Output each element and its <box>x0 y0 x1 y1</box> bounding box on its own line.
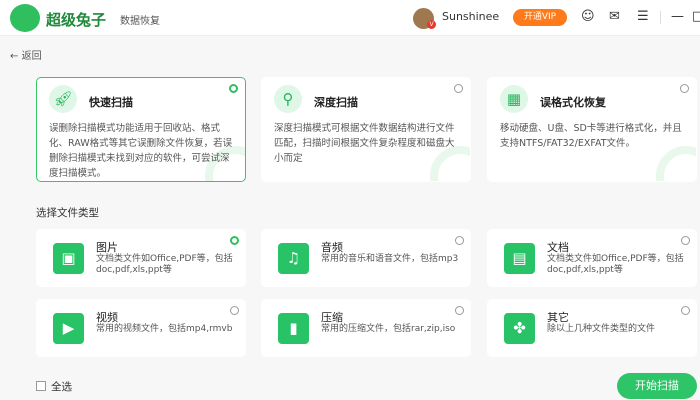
mode-title: 误格式化恢复 <box>540 96 606 109</box>
file-type-image[interactable]: ▣ 图片 文档类文件如Office,PDF等，包括doc,pdf,xls,ppt… <box>36 229 246 287</box>
rocket-icon: 🚀︎ <box>49 85 77 113</box>
minimize-icon[interactable]: — <box>671 9 684 24</box>
file-type-radio[interactable] <box>230 306 239 315</box>
product-name: 数据恢复 <box>120 16 160 27</box>
menu-icon[interactable]: ☰ <box>637 9 649 24</box>
divider <box>660 11 661 24</box>
image-icon: ▣ <box>53 243 84 274</box>
file-type-title: 其它 <box>547 311 569 324</box>
file-type-radio[interactable] <box>455 236 464 245</box>
file-type-desc: 常用的压缩文件，包括rar,zip,iso <box>321 324 456 334</box>
file-type-desc: 除以上几种文件类型的文件 <box>547 324 656 334</box>
brand-name: 超级兔子 <box>46 11 107 29</box>
mode-desc: 移动硬盘、U盘、SD卡等进行格式化，并且支持NTFS/FAT32/EXFAT文件… <box>500 123 682 149</box>
music-note-icon: ♫ <box>278 243 309 274</box>
file-type-radio[interactable] <box>681 236 690 245</box>
mode-title: 深度扫描 <box>314 96 358 109</box>
mode-radio[interactable] <box>454 84 463 93</box>
title-bar: 超级兔子 数据恢复 V Sunshinee 开通VIP ☺ ✉ ☰ — □ <box>0 0 700 36</box>
document-icon: ▤ <box>504 243 535 274</box>
mode-desc: 深度扫描模式可根据文件数据结构进行文件匹配，扫描时间根据文件复杂程度和磁盘大小而… <box>274 123 455 164</box>
section-title: 选择文件类型 <box>36 207 99 219</box>
file-type-radio[interactable] <box>455 306 464 315</box>
mode-radio[interactable] <box>229 84 238 93</box>
file-type-other[interactable]: ✤ 其它 除以上几种文件类型的文件 <box>487 299 697 357</box>
file-type-desc: 常用的音乐和语音文件，包括mp3 <box>321 254 459 264</box>
support-chat-icon[interactable]: ☺ <box>581 9 595 24</box>
zip-file-icon: ▮ <box>278 313 309 344</box>
file-type-title: 图片 <box>96 241 118 254</box>
file-type-title: 文档 <box>547 241 569 254</box>
mode-format-recovery[interactable]: ▦ 误格式化恢复 移动硬盘、U盘、SD卡等进行格式化，并且支持NTFS/FAT3… <box>487 77 697 182</box>
maximize-icon[interactable]: □ <box>692 9 700 24</box>
select-all-label: 全选 <box>51 381 72 393</box>
vip-badge: V <box>427 20 436 29</box>
back-label: 返回 <box>21 51 42 62</box>
back-button[interactable]: ← 返回 <box>10 47 42 62</box>
mode-quick-scan[interactable]: 🚀︎ 快速扫描 误删除扫描模式功能适用于回收站、格式化、RAW格式等其它误删除文… <box>36 77 246 182</box>
feedback-icon[interactable]: ✉ <box>609 9 620 24</box>
rabbit-logo-icon <box>10 4 40 32</box>
file-type-video[interactable]: ▶ 视频 常用的视频文件，包括mp4,rmvb <box>36 299 246 357</box>
magnifier-icon: ⚲ <box>274 85 302 113</box>
username[interactable]: Sunshinee <box>442 10 499 23</box>
checkbox[interactable] <box>36 381 46 391</box>
mode-deep-scan[interactable]: ⚲ 深度扫描 深度扫描模式可根据文件数据结构进行文件匹配，扫描时间根据文件复杂程… <box>261 77 471 182</box>
calendar-code-icon: ▦ <box>500 85 528 113</box>
file-type-archive[interactable]: ▮ 压缩 常用的压缩文件，包括rar,zip,iso <box>261 299 471 357</box>
start-scan-button[interactable]: 开始扫描 <box>617 373 697 399</box>
arrow-left-icon: ← <box>10 51 19 62</box>
mode-title: 快速扫描 <box>89 96 133 109</box>
file-type-desc: 文档类文件如Office,PDF等，包括doc,pdf,xls,ppt等 <box>547 254 684 275</box>
file-type-document[interactable]: ▤ 文档 文档类文件如Office,PDF等，包括doc,pdf,xls,ppt… <box>487 229 697 287</box>
file-type-radio[interactable] <box>230 236 239 245</box>
select-all-checkbox[interactable]: 全选 <box>36 379 72 394</box>
open-vip-button[interactable]: 开通VIP <box>513 9 567 26</box>
mode-radio[interactable] <box>680 84 689 93</box>
watermark-icon <box>656 146 696 181</box>
file-type-desc: 文档类文件如Office,PDF等，包括doc,pdf,xls,ppt等 <box>96 254 233 275</box>
file-type-audio[interactable]: ♫ 音频 常用的音乐和语音文件，包括mp3 <box>261 229 471 287</box>
video-icon: ▶ <box>53 313 84 344</box>
clover-grid-icon: ✤ <box>504 313 535 344</box>
file-type-radio[interactable] <box>681 306 690 315</box>
file-type-title: 音频 <box>321 241 343 254</box>
file-type-title: 压缩 <box>321 311 343 324</box>
mode-desc: 误删除扫描模式功能适用于回收站、格式化、RAW格式等其它误删除文件恢复，若误删除… <box>49 123 233 179</box>
file-type-desc: 常用的视频文件，包括mp4,rmvb <box>96 324 233 334</box>
file-type-title: 视频 <box>96 311 118 324</box>
